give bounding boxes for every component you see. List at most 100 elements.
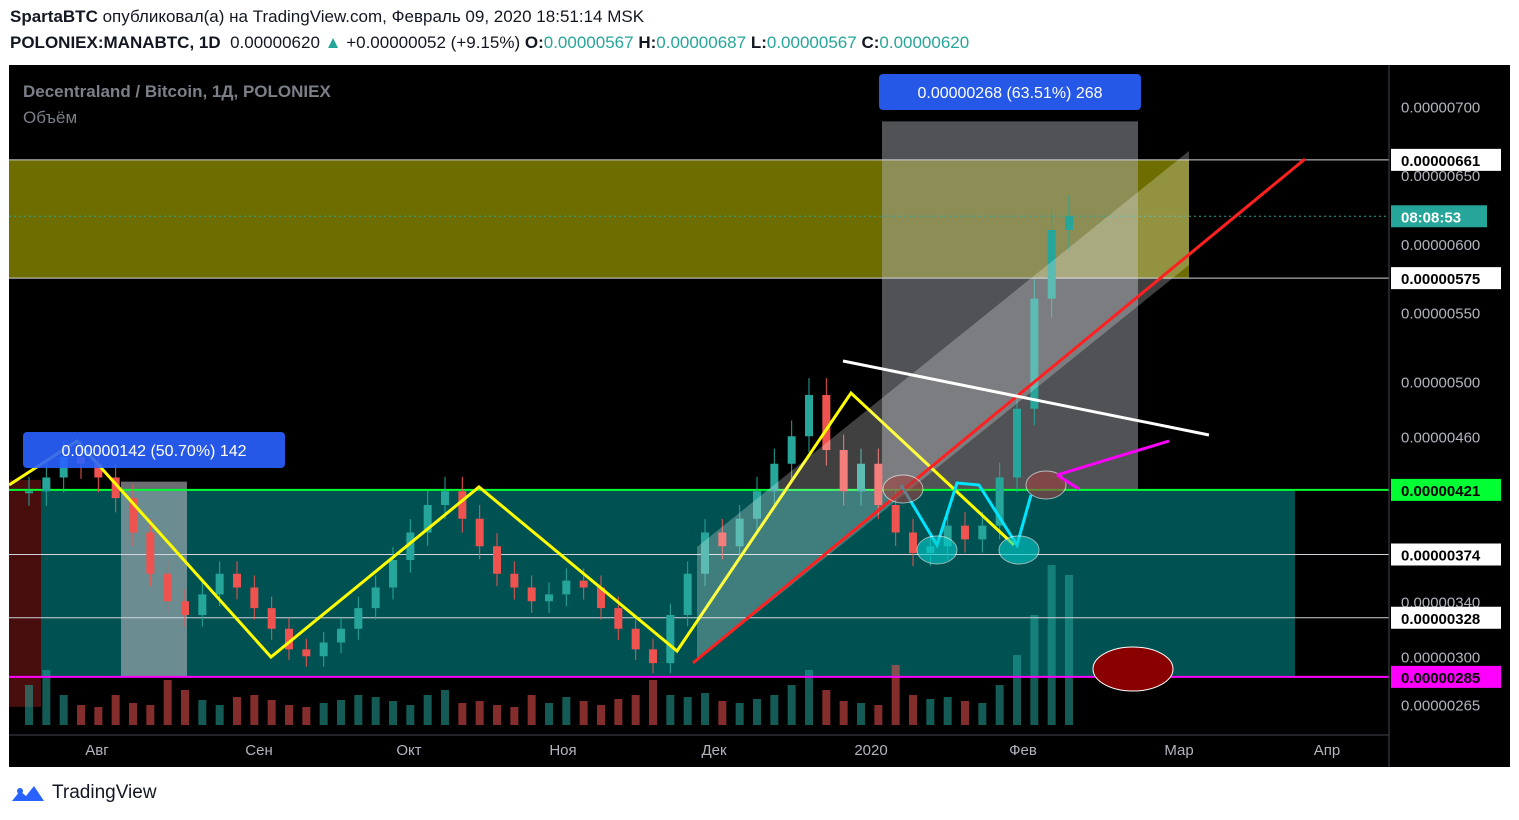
volume-bar (770, 695, 779, 725)
volume-bar (475, 701, 484, 725)
open-value: 0.00000567 (543, 33, 634, 52)
chart-legend-title: Decentraland / Bitcoin, 1Д, POLONIEX (23, 82, 331, 101)
volume-bar (267, 700, 276, 725)
x-tick-label: Сен (245, 742, 272, 759)
candle-body (337, 628, 345, 643)
marker-ellipse (916, 535, 958, 565)
close-label: C: (861, 33, 880, 52)
marker-ellipse (882, 474, 924, 504)
volume-bar (735, 703, 744, 725)
volume-bar (527, 695, 536, 725)
change-arrow-icon: ▲ (324, 33, 342, 52)
volume-bar (891, 665, 900, 725)
volume-bar (701, 693, 709, 725)
volume-bar (371, 697, 380, 725)
price-label: 0.00000328 (1401, 611, 1480, 628)
low-value: 0.00000567 (766, 33, 857, 52)
candle-body (527, 587, 536, 602)
x-tick-label: Фев (1009, 742, 1037, 759)
candle-body (475, 518, 484, 547)
candle-body (1013, 408, 1021, 478)
candle-body (579, 580, 588, 588)
volume-bar (579, 701, 588, 725)
candle-body (25, 491, 33, 494)
measure-label: 0.00000268 (63.51%) 268 (917, 85, 1102, 102)
volume-legend: Объём (23, 108, 77, 127)
price-chart[interactable]: 0.00000142 (50.70%) 142 0.00000268 (63.51… (9, 65, 1510, 767)
candle-body (909, 532, 917, 554)
candle-body (683, 573, 692, 615)
volume-bar (1013, 655, 1021, 725)
candle-body (891, 505, 900, 533)
volume-bar (42, 670, 51, 725)
symbol-info: POLONIEX:MANABTC, 1D 0.00000620 ▲ +0.000… (10, 33, 969, 53)
published-text: опубликовал(а) на TradingView.com, Февра… (102, 7, 645, 26)
volume-bar (978, 703, 987, 725)
candle-body (562, 580, 571, 595)
price-label: 0.00000575 (1401, 271, 1480, 288)
candle-body (389, 560, 397, 588)
volume-bar (874, 705, 883, 725)
volume-bar (441, 690, 449, 725)
volume-bar (198, 700, 207, 725)
candle-body (493, 546, 501, 574)
high-value: 0.00000687 (656, 33, 747, 52)
candle-body (198, 594, 207, 615)
volume-bar (683, 697, 692, 725)
volume-bar (1065, 575, 1073, 725)
candle-body (631, 628, 640, 650)
volume-bar (805, 670, 813, 725)
volume-bar (215, 705, 224, 725)
candle-body (961, 525, 969, 540)
symbol-name[interactable]: POLONIEX:MANABTC, 1D (10, 33, 221, 52)
volume-bar (839, 701, 848, 725)
price-change: +0.00000052 (+9.15%) (346, 33, 521, 52)
candle-body (215, 573, 224, 595)
volume-bar (94, 707, 103, 725)
volume-bar (666, 695, 675, 725)
candle-body (666, 615, 675, 664)
volume-bar (1047, 565, 1056, 725)
x-tick-label: Мар (1164, 742, 1193, 759)
volume-bar (423, 695, 432, 725)
candle-body (510, 573, 519, 588)
price-label: 0.00000661 (1401, 153, 1480, 170)
volume-bar (995, 685, 1004, 725)
y-tick-label: 0.00000300 (1401, 649, 1480, 666)
chart-frame[interactable]: 0.00000142 (50.70%) 142 0.00000268 (63.51… (9, 65, 1510, 767)
y-tick-label: 0.00000500 (1401, 374, 1480, 391)
y-tick-label: 0.00000600 (1401, 237, 1480, 254)
volume-bar (822, 690, 831, 725)
author-name[interactable]: SpartaBTC (10, 7, 98, 26)
price-label: 08:08:53 (1401, 209, 1461, 226)
volume-bar (787, 685, 796, 725)
volume-bar (59, 695, 68, 725)
candle-body (441, 491, 449, 505)
volume-bar (545, 703, 553, 725)
candle-body (787, 436, 796, 464)
volume-bar (597, 705, 605, 725)
candle-body (163, 573, 172, 602)
low-label: L: (750, 33, 767, 52)
y-tick-label: 0.00000460 (1401, 429, 1480, 446)
price-label: 0.00000285 (1401, 670, 1480, 687)
volume-bar (250, 695, 259, 725)
candle-body (545, 594, 553, 602)
last-price: 0.00000620 (230, 33, 320, 52)
candle-body (371, 587, 380, 609)
volume-bar (181, 690, 189, 725)
volume-bar (406, 705, 415, 725)
volume-bar (943, 697, 952, 725)
volume-bar (354, 695, 363, 725)
volume-bar (25, 685, 33, 725)
measure-label: 0.00000142 (50.70%) 142 (61, 443, 246, 460)
x-tick-label: 2020 (854, 742, 887, 759)
candle-body (181, 601, 189, 615)
tradingview-footer[interactable]: TradingView (10, 781, 157, 805)
candle-body (1065, 216, 1073, 230)
volume-bar (857, 703, 865, 725)
volume-bar (562, 697, 571, 725)
volume-bar (129, 703, 137, 725)
volume-bar (146, 705, 155, 725)
candle-body (250, 587, 259, 609)
